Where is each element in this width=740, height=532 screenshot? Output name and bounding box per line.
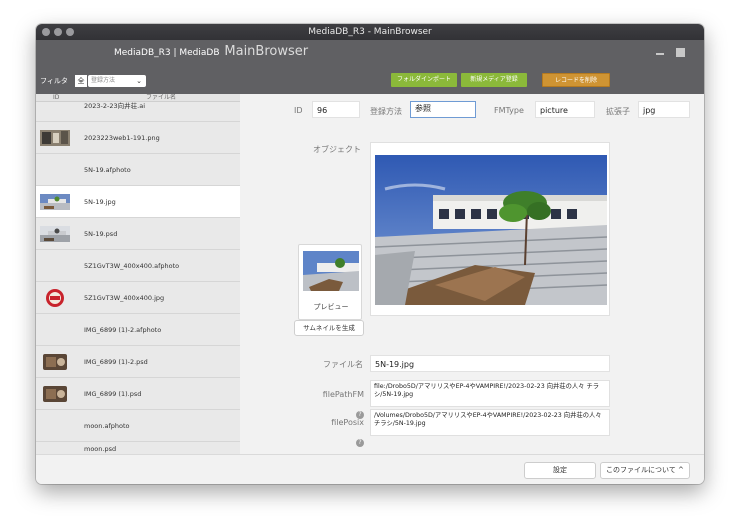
filter-all-button[interactable]: 全 bbox=[75, 75, 87, 87]
list-item-name: 5Z1GvT3W_400x400.afphoto bbox=[84, 262, 180, 270]
object-label: オブジェクト bbox=[313, 145, 361, 154]
list-item[interactable]: 2023-2-23向井荘.ai bbox=[36, 102, 240, 122]
window-title: MediaDB_R3 - MainBrowser bbox=[308, 27, 432, 37]
close-window-button[interactable] bbox=[42, 28, 50, 36]
title-bar: MediaDB_R3 - MainBrowser bbox=[36, 24, 704, 40]
settings-button[interactable]: 設定 bbox=[524, 462, 596, 479]
badge-thumbnail-icon bbox=[46, 289, 64, 307]
object-container[interactable] bbox=[370, 142, 610, 316]
minimize-icon[interactable] bbox=[656, 53, 664, 55]
photo-thumbnail-icon bbox=[40, 130, 70, 146]
maximize-icon[interactable] bbox=[676, 48, 685, 57]
zoom-window-button[interactable] bbox=[66, 28, 74, 36]
column-id[interactable]: ID bbox=[53, 94, 59, 102]
roof-photo-image bbox=[375, 155, 607, 305]
list-item[interactable]: 5N-19.afphoto bbox=[36, 154, 240, 186]
list-item-name: 5N-19.afphoto bbox=[84, 166, 131, 174]
list-item[interactable]: IMG_6899 (1)-2.afphoto bbox=[36, 314, 240, 346]
delete-record-button[interactable]: レコードを削除 bbox=[542, 73, 610, 87]
filter-method-select[interactable]: 登録方法 ⌄ bbox=[88, 75, 146, 87]
extension-field[interactable]: jpg bbox=[638, 101, 690, 118]
list-item-name: IMG_6899 (1).psd bbox=[84, 390, 142, 398]
generate-thumbnail-button[interactable]: サムネイルを生成 bbox=[294, 320, 364, 336]
new-media-button[interactable]: 新規メディア登録 bbox=[461, 73, 527, 87]
filepathfm-label: filePathFM bbox=[322, 390, 364, 399]
main-window: MediaDB_R3 - MainBrowser MediaDB_R3 | Me… bbox=[36, 24, 704, 484]
list-item[interactable]: moon.psd bbox=[36, 442, 240, 454]
filepathfm-field[interactable]: file:/Drobo5D/アマリリスやEP-4やVAMPIRE!/2023-0… bbox=[370, 380, 610, 407]
list-item[interactable]: IMG_6899 (1).psd bbox=[36, 378, 240, 410]
help-icon[interactable]: ? bbox=[356, 439, 364, 447]
minimize-window-button[interactable] bbox=[54, 28, 62, 36]
about-file-button[interactable]: このファイルについて ^ bbox=[600, 462, 690, 479]
brown-photo-thumbnail-icon bbox=[43, 354, 67, 370]
filter-label: フィルタ bbox=[40, 77, 68, 85]
list-item[interactable]: 5Z1GvT3W_400x400.afphoto bbox=[36, 250, 240, 282]
brown-photo-thumbnail-icon bbox=[43, 386, 67, 402]
list-item-name: moon.psd bbox=[84, 445, 117, 453]
filter-select-placeholder: 登録方法 bbox=[91, 77, 116, 84]
list-item-selected[interactable]: 5N-19.jpg bbox=[36, 186, 240, 218]
id-label: ID bbox=[294, 106, 303, 115]
chevron-down-icon: ⌄ bbox=[136, 77, 142, 85]
folder-import-button[interactable]: フォルダインポート bbox=[391, 73, 457, 87]
fileposix-field[interactable]: /Volumes/Drobo5D/アマリリスやEP-4やVAMPIRE!/202… bbox=[370, 409, 610, 436]
id-field[interactable]: 96 bbox=[312, 101, 360, 118]
detail-panel: ID 96 登録方法 参照 FMType picture 拡張子 jpg オブジ… bbox=[240, 94, 704, 454]
list-item[interactable]: 5N-19.psd bbox=[36, 218, 240, 250]
roof-photo-thumbnail-icon bbox=[40, 226, 70, 242]
list-item-name: 5N-19.jpg bbox=[84, 198, 116, 206]
list-item[interactable]: moon.afphoto bbox=[36, 410, 240, 442]
column-filename[interactable]: ファイル名 bbox=[146, 94, 176, 102]
list-item-name: 2023-2-23向井荘.ai bbox=[84, 102, 145, 110]
brand: MediaDB_R3 | MediaDB MainBrowser bbox=[114, 45, 308, 60]
preview-thumbnail[interactable]: プレビュー bbox=[298, 244, 362, 320]
method-label: 登録方法 bbox=[370, 107, 402, 116]
list-item-name: 5Z1GvT3W_400x400.jpg bbox=[84, 294, 165, 302]
fileposix-label-group: filePosix ? bbox=[310, 410, 364, 448]
list-item-name: moon.afphoto bbox=[84, 422, 130, 430]
list-item[interactable]: 2023223web1-191.png bbox=[36, 122, 240, 154]
app-header: MediaDB_R3 | MediaDB MainBrowser フィルタ 全 … bbox=[36, 40, 704, 94]
list-item-name: 2023223web1-191.png bbox=[84, 134, 160, 142]
list-item[interactable]: 5Z1GvT3W_400x400.jpg bbox=[36, 282, 240, 314]
list-item-name: IMG_6899 (1)-2.afphoto bbox=[84, 326, 162, 334]
filename-label: ファイル名 bbox=[323, 360, 363, 369]
brand-small: MediaDB_R3 | MediaDB bbox=[114, 48, 220, 58]
fileposix-label: filePosix bbox=[331, 418, 364, 427]
list-item[interactable]: IMG_6899 (1)-2.psd bbox=[36, 346, 240, 378]
list-item-name: 5N-19.psd bbox=[84, 230, 118, 238]
list-header: ID ファイル名 bbox=[36, 94, 240, 102]
footer-bar: 設定 このファイルについて ^ bbox=[36, 454, 704, 484]
preview-image bbox=[303, 251, 359, 291]
extension-label: 拡張子 bbox=[606, 107, 630, 116]
brand-big: MainBrowser bbox=[224, 44, 309, 59]
roof-photo-thumbnail-icon bbox=[40, 194, 70, 210]
method-field[interactable]: 参照 bbox=[410, 101, 476, 118]
preview-label: プレビュー bbox=[313, 303, 349, 311]
fmtype-field[interactable]: picture bbox=[535, 101, 595, 118]
filename-field[interactable]: 5N-19.jpg bbox=[370, 355, 610, 372]
fmtype-label: FMType bbox=[494, 106, 524, 115]
list-item-name: IMG_6899 (1)-2.psd bbox=[84, 358, 148, 366]
file-list: 2023-2-23向井荘.ai 2023223web1-191.png 5N-1… bbox=[36, 102, 240, 454]
